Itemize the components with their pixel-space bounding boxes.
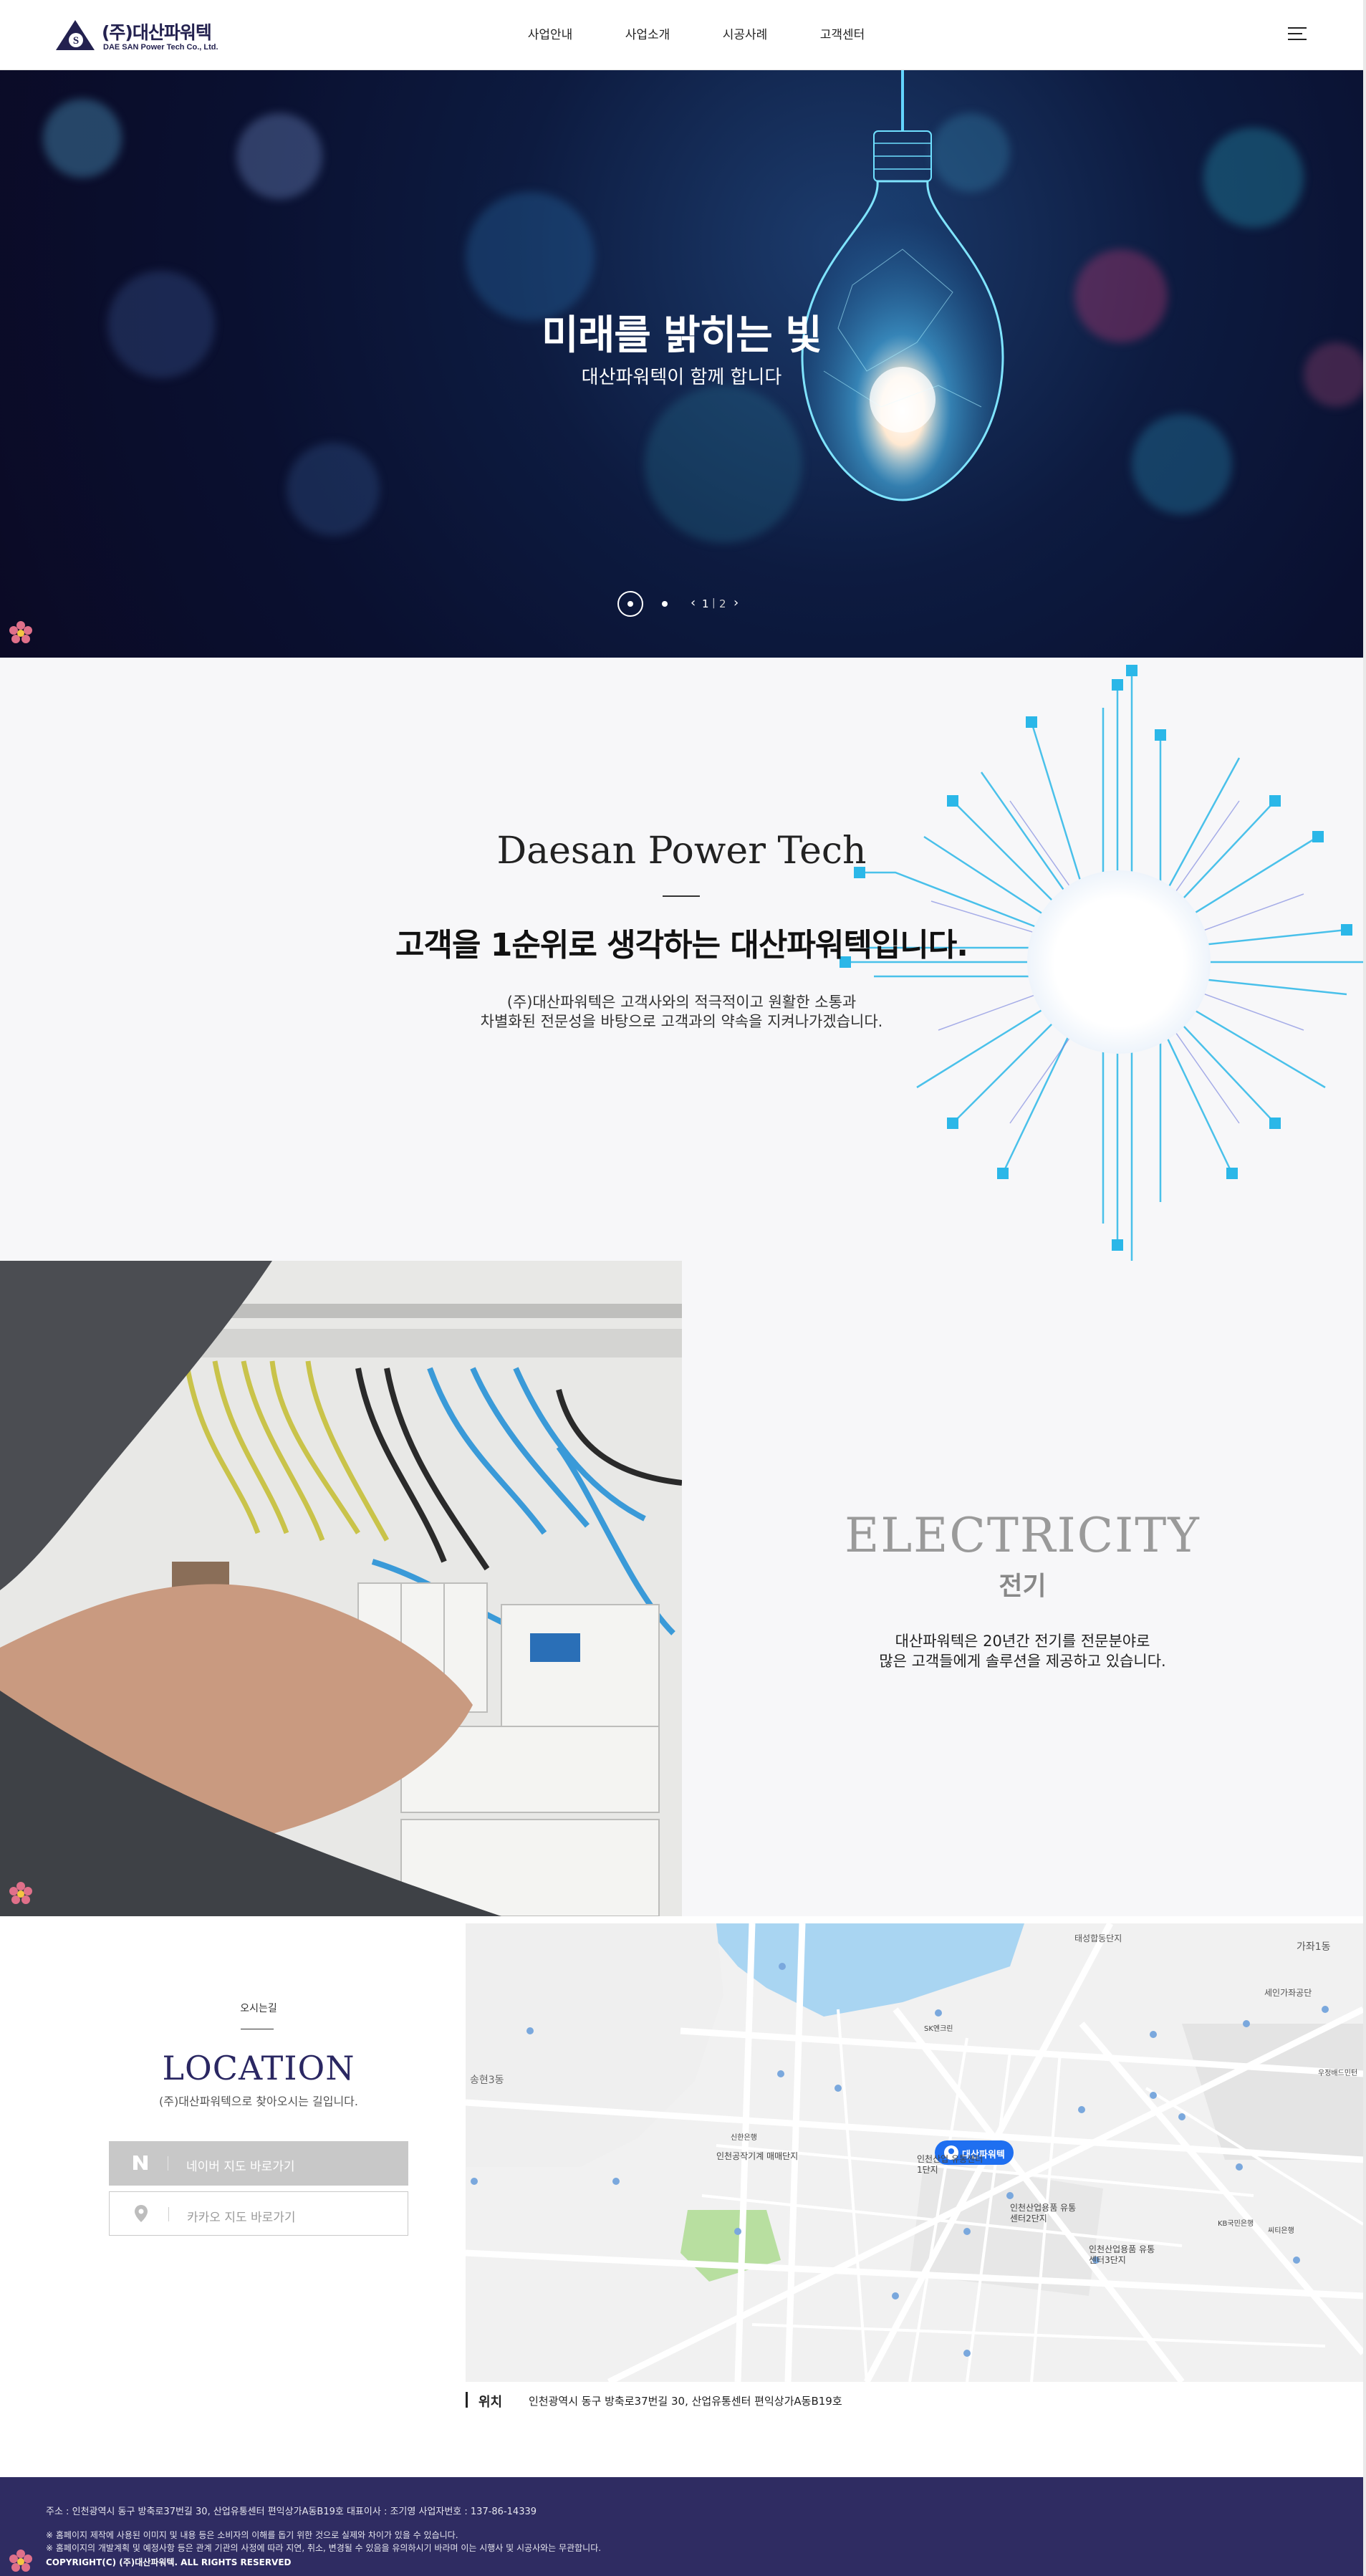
about-text-line-2: 차별화된 전문성을 바탕으로 고객과의 약속을 지켜나가겠습니다. bbox=[480, 1013, 883, 1030]
scrollbar-track[interactable] bbox=[1363, 0, 1366, 2576]
footer-notice-2: ※ 홈페이지의 개발계획 및 예정사항 등은 관계 기관의 사정에 따라 지연,… bbox=[46, 2543, 602, 2553]
naver-map-label: 네이버 지도 바로가기 bbox=[186, 2160, 295, 2174]
map-label: 태성합동단지 bbox=[1074, 1933, 1122, 1943]
kakao-map-button[interactable]: 카카오 지도 바로가기 bbox=[109, 2191, 408, 2236]
separator bbox=[168, 2207, 169, 2221]
slide-dot-icon[interactable] bbox=[659, 598, 670, 610]
electricity-title-ko: 전기 bbox=[999, 1572, 1047, 1601]
map-label: SK엔크린 bbox=[924, 2025, 953, 2033]
electricity-text-line-2: 많은 고객들에게 솔루션을 제공하고 있습니다. bbox=[879, 1653, 1166, 1670]
about-text-line-1: (주)대산파워텍은 고객사와의 적극적이고 원활한 소통과 bbox=[506, 994, 857, 1011]
nav-item-business-guide[interactable]: 사업안내 bbox=[501, 24, 599, 42]
logo-text-en: DAE SAN Power Tech Co., Ltd. bbox=[103, 43, 218, 52]
location-title: LOCATION bbox=[162, 2049, 355, 2087]
pager-total: 2 bbox=[719, 597, 726, 610]
map-label: 씨티은행 bbox=[1268, 2227, 1294, 2235]
nav-item-business-intro[interactable]: 사업소개 bbox=[599, 24, 696, 42]
pager-current: 1 bbox=[702, 597, 709, 610]
map-label: 인천산업용품 유통센터3단지 bbox=[1089, 2244, 1155, 2265]
address-bar: 위치 인천광역시 동구 방축로37번길 30, 산업유통센터 편익상가A동B19… bbox=[466, 2388, 1363, 2411]
about-title-ko: 고객을 1순위로 생각하는 대산파워텍입니다. bbox=[395, 927, 968, 963]
next-arrow-icon[interactable]: › bbox=[733, 595, 739, 610]
map-pin-icon bbox=[135, 2205, 148, 2222]
hamburger-icon[interactable] bbox=[1288, 26, 1307, 42]
map-label: 세인가좌공단 bbox=[1264, 1988, 1312, 1998]
site-footer: 주소 : 인천광역시 동구 방축로37번길 30, 산업유통센터 편익상가A동B… bbox=[0, 2477, 1363, 2576]
nav-item-cases[interactable]: 시공사례 bbox=[696, 24, 794, 42]
flower-icon bbox=[9, 2549, 32, 2572]
address-text: 인천광역시 동구 방축로37번길 30, 산업유통센터 편익상가A동B19호 bbox=[529, 2395, 842, 2408]
site-header: S (주)대산파워텍 DAE SAN Power Tech Co., Ltd. … bbox=[0, 0, 1366, 70]
about-section: Daesan Power Tech 고객을 1순위로 생각하는 대산파워텍입니다… bbox=[0, 658, 1363, 1261]
naver-map-button[interactable]: 네이버 지도 바로가기 bbox=[109, 2141, 408, 2186]
footer-company-info: 주소 : 인천광역시 동구 방축로37번길 30, 산업유통센터 편익상가A동B… bbox=[46, 2507, 537, 2517]
map-label: 인천산업 유통센터1단지 bbox=[917, 2154, 983, 2175]
pager-separator: | bbox=[712, 597, 716, 609]
divider bbox=[663, 895, 700, 897]
slider-controls: ‹ 1 | 2 › bbox=[616, 590, 752, 618]
hero-slider: 미래를 밝히는 빛 대산파워텍이 함께 합니다 ‹ 1 | 2 › bbox=[0, 70, 1363, 658]
logo-mark-icon: S bbox=[56, 20, 95, 50]
about-title-en: Daesan Power Tech bbox=[496, 830, 867, 873]
map-label: 우정배드민턴 bbox=[1318, 2070, 1358, 2077]
logo[interactable]: S (주)대산파워텍 DAE SAN Power Tech Co., Ltd. bbox=[54, 17, 226, 54]
location-section: 오시는길 LOCATION (주)대산파워텍으로 찾아오시는 길입니다. 네이버… bbox=[0, 1916, 1363, 2479]
flower-icon bbox=[9, 621, 32, 643]
flower-icon bbox=[9, 1882, 32, 1904]
naver-icon bbox=[130, 2153, 150, 2173]
electricity-title-en: ELECTRICITY bbox=[845, 1508, 1201, 1563]
footer-copyright: COPYRIGHT(C) (주)대산파워텍. ALL RIGHTS RESERV… bbox=[46, 2557, 292, 2567]
map-label: KB국민은행 bbox=[1218, 2220, 1254, 2228]
kakao-map-label: 카카오 지도 바로가기 bbox=[187, 2211, 296, 2225]
electricity-text-line-1: 대산파워텍은 20년간 전기를 전문분야로 bbox=[895, 1633, 1150, 1650]
address-marker bbox=[466, 2392, 468, 2408]
electricity-section: ELECTRICITY 전기 대산파워텍은 20년간 전기를 전문분야로 많은 … bbox=[0, 1261, 1363, 1916]
map-label: 인천공작기계 매매단지 bbox=[716, 2151, 799, 2161]
location-label: 오시는길 bbox=[240, 2003, 277, 2014]
slide-dot-active-icon[interactable] bbox=[616, 590, 645, 618]
main-nav: 사업안내 사업소개 시공사례 고객센터 bbox=[501, 24, 891, 42]
location-subtitle: (주)대산파워텍으로 찾아오시는 길입니다. bbox=[159, 2095, 358, 2108]
prev-arrow-icon[interactable]: ‹ bbox=[691, 595, 696, 610]
hero-subtitle: 대산파워텍이 함께 합니다 bbox=[581, 367, 782, 388]
light-bulb-illustration bbox=[801, 70, 1004, 501]
map-label: 가좌1동 bbox=[1297, 1941, 1331, 1953]
nav-item-customer-center[interactable]: 고객센터 bbox=[794, 24, 891, 42]
location-map[interactable]: 대산파워텍 태성합동단지 가좌1동 세인가좌공단 송현3동 인천공작기계 매매단… bbox=[466, 1923, 1363, 2382]
map-label: 인천산업용품 유통센터2단지 bbox=[1010, 2203, 1077, 2224]
svg-text:S: S bbox=[73, 35, 79, 47]
map-label: 송현3동 bbox=[470, 2075, 504, 2086]
logo-text-ko: (주)대산파워텍 bbox=[102, 22, 212, 43]
map-label: 신한은행 bbox=[731, 2134, 757, 2142]
electrician-photo bbox=[0, 1261, 682, 1916]
footer-notice-1: ※ 홈페이지 제작에 사용된 이미지 및 내용 등은 소비자의 이해를 돕기 위… bbox=[46, 2530, 458, 2540]
hero-title: 미래를 밝히는 빛 bbox=[542, 312, 822, 359]
address-label: 위치 bbox=[478, 2395, 503, 2410]
